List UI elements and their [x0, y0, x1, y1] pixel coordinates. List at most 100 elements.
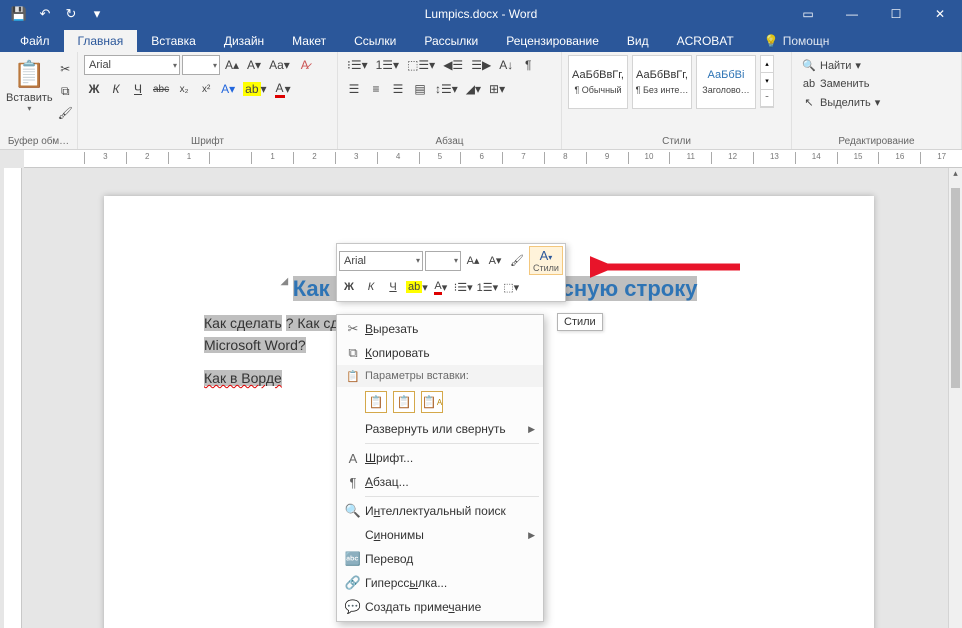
ctx-smart-lookup[interactable]: 🔍Интеллектуальный поиск: [337, 499, 543, 523]
justify-icon[interactable]: ▤: [410, 79, 430, 99]
format-painter-icon[interactable]: 🖌: [55, 103, 76, 123]
body-text[interactable]: Microsoft Word?: [204, 337, 306, 353]
align-right-icon[interactable]: ☰: [388, 79, 408, 99]
styles-scroll-up-icon[interactable]: ▴: [761, 56, 773, 73]
mini-numbering-icon[interactable]: 1☰▾: [476, 277, 500, 297]
tab-references[interactable]: Ссылки: [340, 30, 410, 52]
scrollbar-thumb[interactable]: [951, 188, 960, 388]
copy-icon[interactable]: ⧉: [55, 81, 76, 101]
sort-icon[interactable]: A↓: [496, 55, 516, 75]
body-text[interactable]: Как сделать: [204, 315, 282, 331]
borders-icon[interactable]: ⊞▾: [486, 79, 508, 99]
paste-button[interactable]: 📋 Вставить ▾: [6, 55, 53, 113]
mini-bold-button[interactable]: Ж: [339, 277, 359, 297]
mini-shrink-font-icon[interactable]: A▾: [485, 251, 505, 271]
undo-icon[interactable]: ↶: [34, 3, 56, 25]
numbering-icon[interactable]: 1☰▾: [373, 55, 402, 75]
ribbon: 📋 Вставить ▾ ✂ ⧉ 🖌 Буфер обм… Arial▾ ▾ A…: [0, 52, 962, 150]
replace-button[interactable]: abЗаменить: [798, 76, 873, 92]
style-normal[interactable]: АаБбВвГг, ¶ Обычный: [568, 55, 628, 109]
vertical-ruler[interactable]: [4, 168, 22, 628]
ribbon-options-icon[interactable]: ▭: [786, 0, 830, 28]
mini-styles-button[interactable]: A▾ Стили: [529, 246, 563, 275]
styles-expand-icon[interactable]: ⁼: [761, 90, 773, 107]
ctx-paragraph[interactable]: ¶Абзац...: [337, 470, 543, 494]
tell-me-field[interactable]: 💡 Помощн: [756, 30, 838, 52]
ctx-copy[interactable]: ⧉Копировать: [337, 341, 543, 365]
group-paragraph: ⁝☰▾ 1☰▾ ⬚☰▾ ◀☰ ☰▶ A↓ ¶ ☰ ≡ ☰ ▤ ↕☰▾ ◢▾ ⊞▾…: [338, 52, 562, 149]
shrink-font-icon[interactable]: A▾: [244, 55, 264, 75]
ctx-font[interactable]: AШрифт...: [337, 446, 543, 470]
redo-icon[interactable]: ↻: [60, 3, 82, 25]
minimize-icon[interactable]: —: [830, 0, 874, 28]
grow-font-icon[interactable]: A▴: [222, 55, 242, 75]
bold-button[interactable]: Ж: [84, 79, 104, 99]
font-size-combo[interactable]: ▾: [182, 55, 220, 75]
change-case-icon[interactable]: Aa▾: [266, 55, 293, 75]
styles-gallery-stepper[interactable]: ▴ ▾ ⁼: [760, 55, 774, 108]
clear-formatting-icon[interactable]: A̷: [295, 55, 315, 75]
mini-bullets-icon[interactable]: ⁝☰▾: [453, 277, 474, 297]
close-icon[interactable]: ✕: [918, 0, 962, 28]
paste-text-only-icon[interactable]: 📋A: [421, 391, 443, 413]
paste-merge-icon[interactable]: 📋: [393, 391, 415, 413]
mini-font-color-icon[interactable]: A▾: [431, 277, 451, 297]
mini-size-combo[interactable]: ▾: [425, 251, 461, 271]
shading-icon[interactable]: ◢▾: [463, 79, 484, 99]
scroll-up-icon[interactable]: ▴: [949, 168, 962, 179]
tab-acrobat[interactable]: ACROBAT: [663, 30, 748, 52]
select-button[interactable]: ↖Выделить ▾: [798, 94, 884, 111]
tab-insert[interactable]: Вставка: [137, 30, 210, 52]
increase-indent-icon[interactable]: ☰▶: [468, 55, 494, 75]
tab-view[interactable]: Вид: [613, 30, 663, 52]
align-left-icon[interactable]: ☰: [344, 79, 364, 99]
style-nospacing[interactable]: АаБбВвГг, ¶ Без инте…: [632, 55, 692, 109]
ctx-translate[interactable]: 🔤Перевод: [337, 547, 543, 571]
tab-home[interactable]: Главная: [64, 30, 138, 52]
font-name-combo[interactable]: Arial▾: [84, 55, 180, 75]
decrease-indent-icon[interactable]: ◀☰: [440, 55, 466, 75]
ctx-cut[interactable]: ✂Вырезать: [337, 317, 543, 341]
italic-button[interactable]: К: [106, 79, 126, 99]
line-spacing-icon[interactable]: ↕☰▾: [432, 79, 461, 99]
qat-customize-icon[interactable]: ▾: [86, 3, 108, 25]
lightbulb-icon: 💡: [764, 34, 779, 48]
bullets-icon[interactable]: ⁝☰▾: [344, 55, 371, 75]
highlight-icon[interactable]: ab▾: [240, 79, 269, 99]
subscript-button[interactable]: x₂: [174, 79, 194, 99]
maximize-icon[interactable]: ☐: [874, 0, 918, 28]
ctx-new-comment[interactable]: 💬Создать примечание: [337, 595, 543, 619]
mini-font-combo[interactable]: Arial▾: [339, 251, 423, 271]
mini-highlight-icon[interactable]: ab▾: [405, 277, 429, 297]
tab-review[interactable]: Рецензирование: [492, 30, 613, 52]
mini-underline-button[interactable]: Ч: [383, 277, 403, 297]
tab-layout[interactable]: Макет: [278, 30, 340, 52]
mini-italic-button[interactable]: К: [361, 277, 381, 297]
ctx-synonyms[interactable]: Синонимы▶: [337, 523, 543, 547]
multilevel-icon[interactable]: ⬚☰▾: [404, 55, 438, 75]
ctx-hyperlink[interactable]: 🔗Гиперссылка...: [337, 571, 543, 595]
save-icon[interactable]: 💾: [8, 3, 30, 25]
vertical-scrollbar[interactable]: ▴: [948, 168, 962, 628]
paste-keep-source-icon[interactable]: 📋: [365, 391, 387, 413]
horizontal-ruler[interactable]: 3211234567891011121314151617: [24, 150, 962, 168]
strike-button[interactable]: abc: [150, 79, 172, 99]
ctx-expand-collapse[interactable]: Развернуть или свернуть▶: [337, 417, 543, 441]
find-button[interactable]: 🔍Найти ▾: [798, 57, 865, 74]
align-center-icon[interactable]: ≡: [366, 79, 386, 99]
body-text[interactable]: Как в Ворде: [204, 370, 282, 386]
show-marks-icon[interactable]: ¶: [518, 55, 538, 75]
underline-button[interactable]: Ч: [128, 79, 148, 99]
font-color-icon[interactable]: A▾: [272, 79, 294, 99]
tab-design[interactable]: Дизайн: [210, 30, 278, 52]
cut-icon[interactable]: ✂: [55, 59, 76, 79]
mini-styles-more-icon[interactable]: ⬚▾: [501, 277, 521, 297]
text-effects-icon[interactable]: A▾: [218, 79, 238, 99]
tab-file[interactable]: Файл: [6, 30, 64, 52]
mini-format-painter-icon[interactable]: 🖌: [507, 251, 527, 271]
styles-scroll-down-icon[interactable]: ▾: [761, 73, 773, 90]
tab-mailings[interactable]: Рассылки: [410, 30, 492, 52]
mini-grow-font-icon[interactable]: A▴: [463, 251, 483, 271]
superscript-button[interactable]: x²: [196, 79, 216, 99]
style-heading1[interactable]: АаБбВі Заголово…: [696, 55, 756, 109]
